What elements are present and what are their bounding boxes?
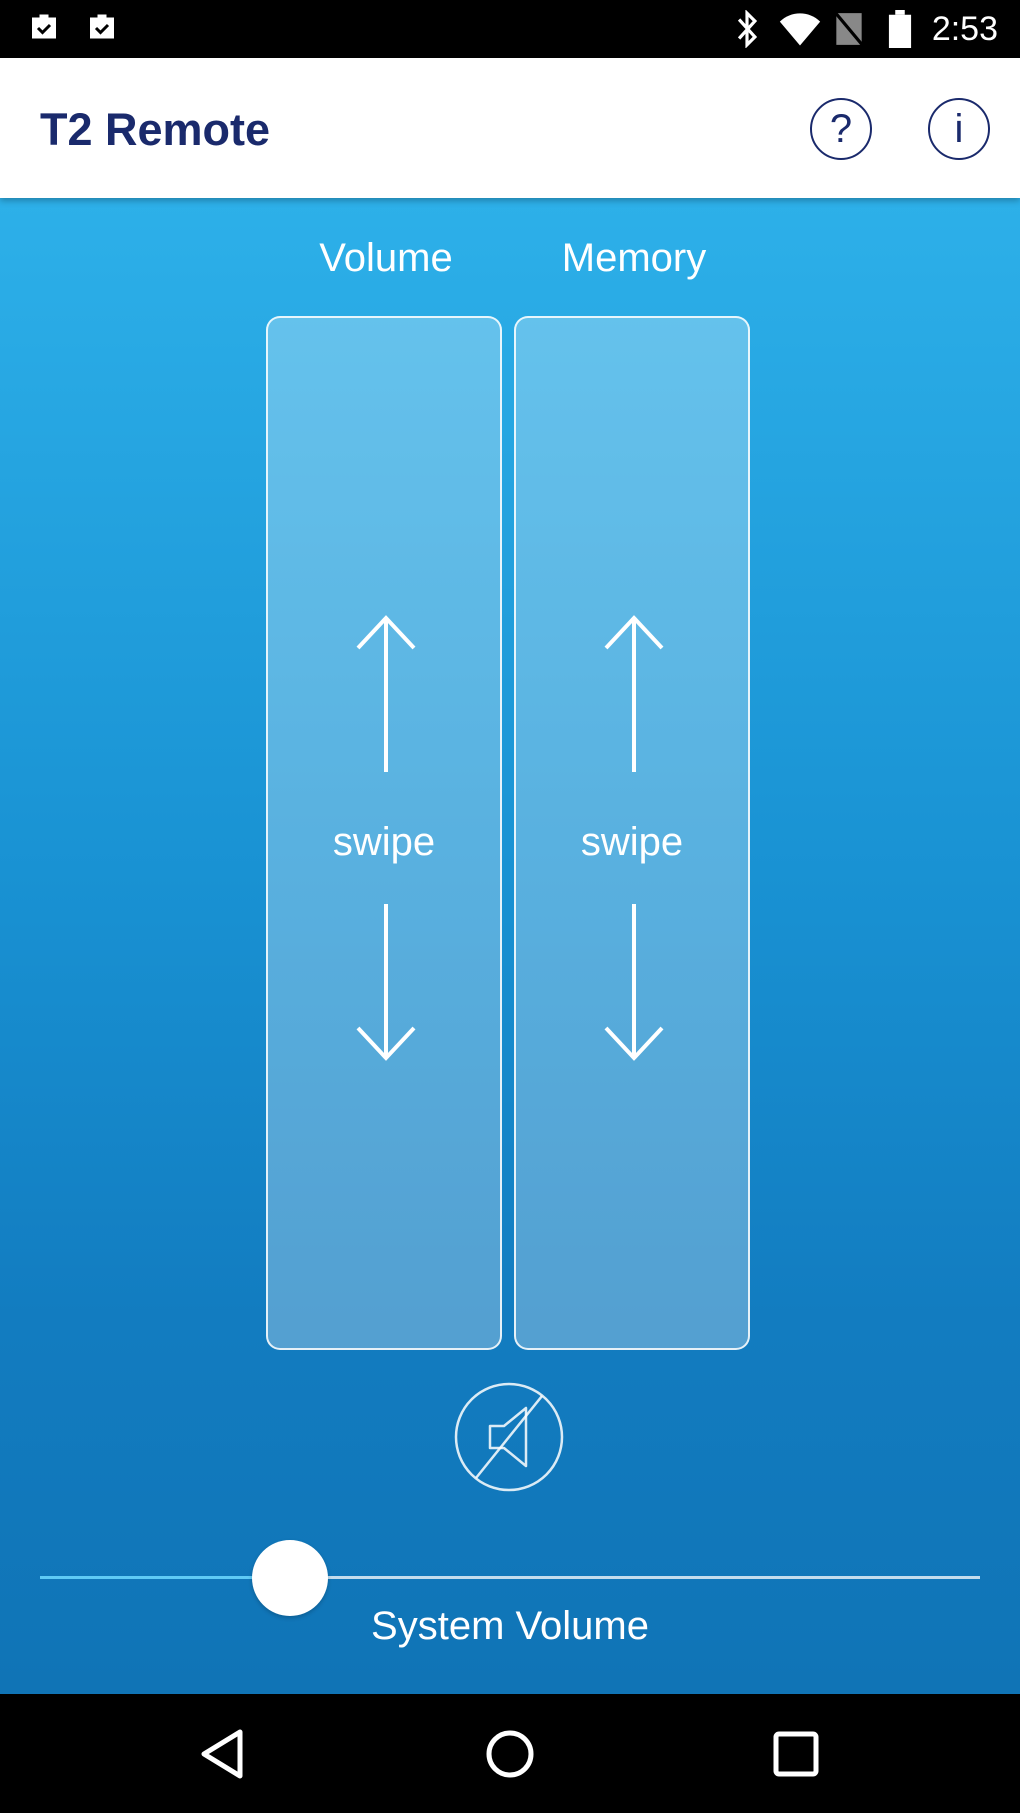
app-bar: T2 Remote ? i (0, 58, 1020, 198)
volume-swipe-panel[interactable]: swipe (266, 316, 502, 1350)
help-icon: ? (829, 107, 853, 151)
volume-swipe-text: swipe (332, 820, 436, 864)
speaker-mute-icon (454, 1382, 564, 1492)
arrow-down-icon (604, 904, 664, 1061)
status-time: 2:53 (931, 10, 998, 48)
wifi-icon (779, 13, 821, 46)
home-icon[interactable] (480, 1724, 540, 1784)
back-icon[interactable] (192, 1724, 252, 1784)
work-check-icon (90, 14, 114, 39)
recents-icon[interactable] (766, 1724, 826, 1784)
system-volume-label: System Volume (371, 1604, 649, 1648)
arrow-down-icon (356, 904, 416, 1061)
navigation-bar (0, 1694, 1020, 1813)
arrow-up-icon (356, 615, 416, 772)
arrow-up-icon (604, 615, 664, 772)
status-bar: 2:53 (0, 0, 1020, 58)
memory-swipe-text: swipe (580, 820, 684, 864)
mute-button[interactable] (454, 1382, 564, 1492)
app-title: T2 Remote (40, 104, 271, 155)
memory-swipe-panel[interactable]: swipe (514, 316, 750, 1350)
info-button[interactable]: i (928, 98, 990, 160)
volume-label: Volume (319, 236, 453, 280)
no-sim-icon (832, 10, 866, 48)
help-button[interactable]: ? (810, 98, 872, 160)
memory-label: Memory (561, 236, 707, 280)
bluetooth-icon (737, 10, 758, 48)
work-check-icon (32, 14, 56, 39)
info-icon: i (954, 107, 964, 151)
battery-icon (888, 10, 912, 48)
remote-control-area: Volume Memory swipe swipe System Volume (0, 198, 1020, 1694)
